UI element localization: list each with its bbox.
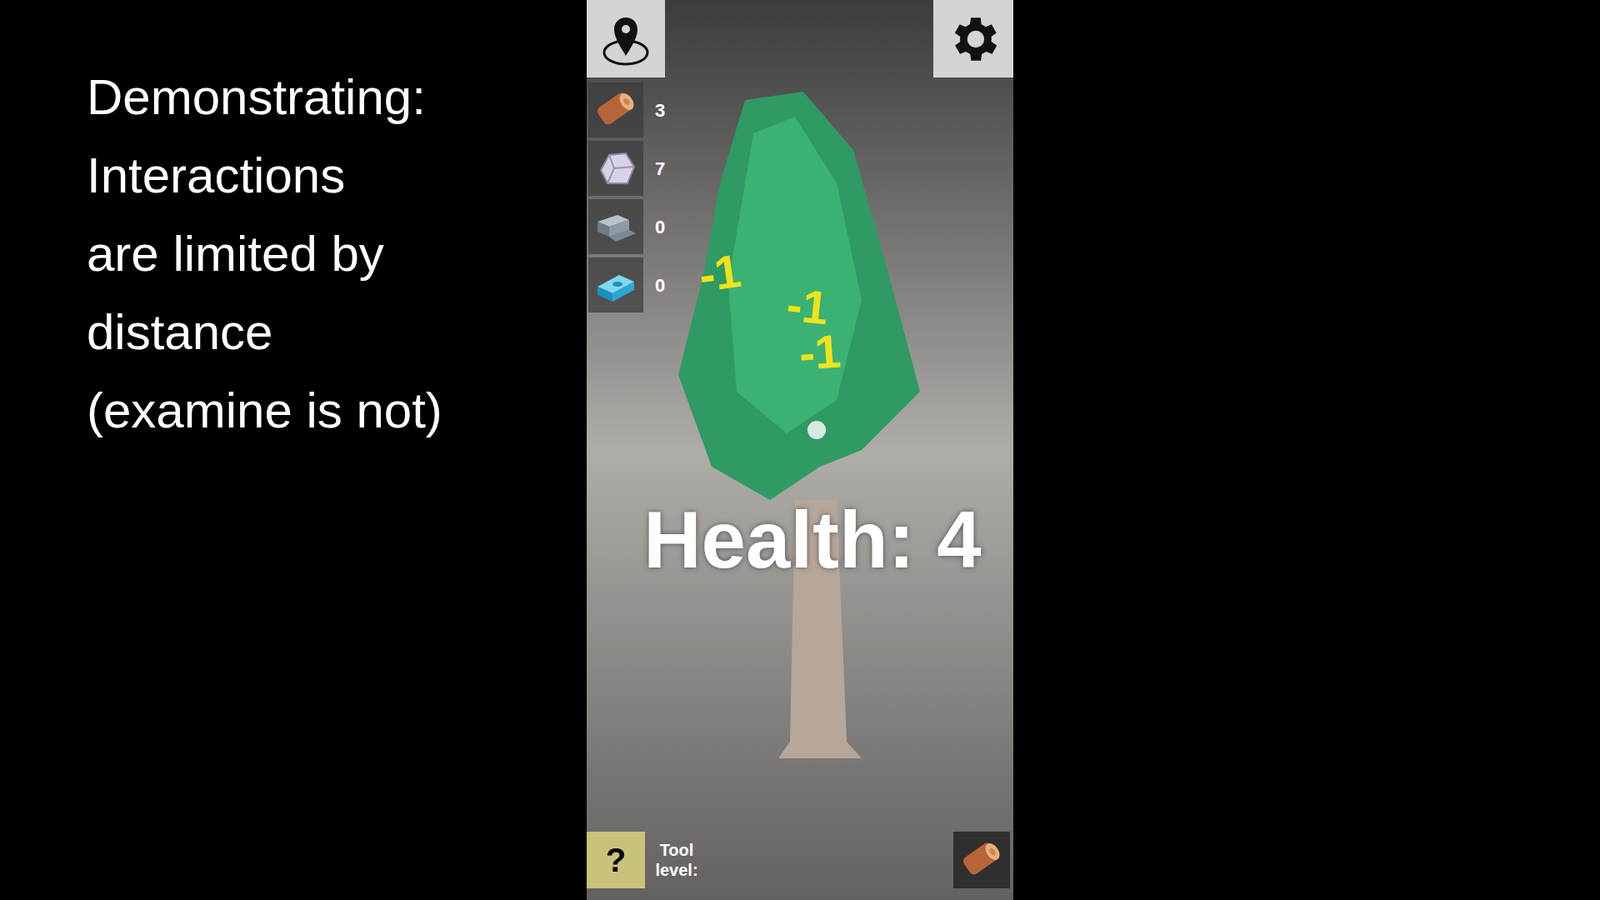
resource-count: 0 <box>655 271 665 300</box>
resource-count: 0 <box>655 213 665 241</box>
resource-item: 7 <box>588 140 665 197</box>
resource-item: 3 <box>588 81 665 139</box>
bottom-bar: ?Tool level: <box>586 831 1014 889</box>
locate-button[interactable] <box>586 0 665 78</box>
damage-popup: -1 <box>797 327 843 377</box>
location-pin-icon <box>595 9 656 70</box>
gear-icon <box>944 10 1003 69</box>
caption-line: distance <box>86 293 587 372</box>
health-label: Health: 4 <box>586 500 1014 580</box>
help-button[interactable]: ? <box>586 831 645 889</box>
settings-button[interactable] <box>933 0 1014 78</box>
resource-item: 0 <box>588 198 665 255</box>
caption-line: Demonstrating: <box>86 58 587 137</box>
top-bar <box>586 0 1014 78</box>
stone-icon <box>592 145 640 192</box>
resource-count: 3 <box>655 96 665 125</box>
held-item-button[interactable] <box>953 831 1010 889</box>
resource-item: 0 <box>588 256 665 314</box>
caption-line: Interactions <box>86 136 587 215</box>
caption-line: (examine is not) <box>86 371 587 450</box>
caption-panel: Demonstrating:Interactionsare limited by… <box>0 0 587 900</box>
app-screen: Demonstrating:Interactionsare limited by… <box>0 0 1600 900</box>
right-margin <box>1013 0 1600 900</box>
crystal-ingot-icon <box>592 261 640 309</box>
tree-object[interactable] <box>586 0 1014 900</box>
iron-ingot-icon <box>592 203 640 250</box>
caption-line: are limited by <box>86 215 587 294</box>
wood-log-icon <box>592 86 640 134</box>
crosshair <box>807 420 826 440</box>
resource-count: 7 <box>655 155 665 183</box>
damage-popup: -1 <box>695 247 744 300</box>
phone-screen: -1-1-1Health: 43700?Tool level: <box>586 0 1014 900</box>
tool-level-label: Tool level: <box>650 840 704 880</box>
wood-log-icon <box>958 836 1005 884</box>
resource-list: 3 7 0 0 <box>588 81 665 314</box>
damage-popup: -1 <box>784 281 830 333</box>
